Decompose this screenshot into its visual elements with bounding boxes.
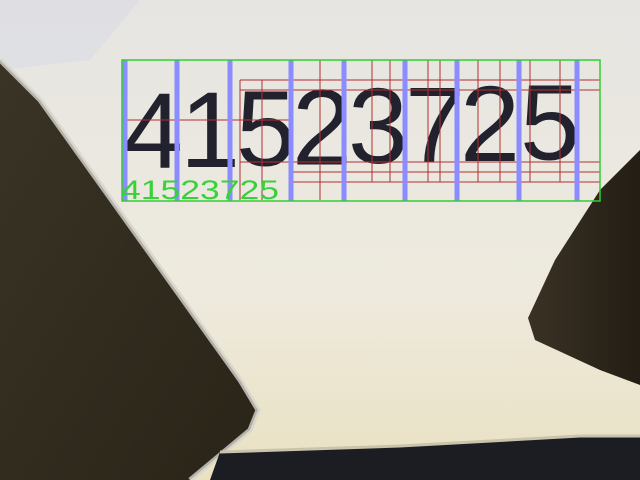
printed-digit: 2 bbox=[460, 63, 520, 184]
printed-digit: 5 bbox=[236, 68, 296, 189]
recognized-text: 41523725 bbox=[121, 175, 279, 205]
camera-view: 41523725 41523725 bbox=[0, 0, 640, 480]
printed-digit: 3 bbox=[348, 65, 408, 186]
detection-overlay: 4152372 5 41523725 bbox=[121, 59, 601, 205]
printed-digit: 4 bbox=[123, 70, 183, 191]
